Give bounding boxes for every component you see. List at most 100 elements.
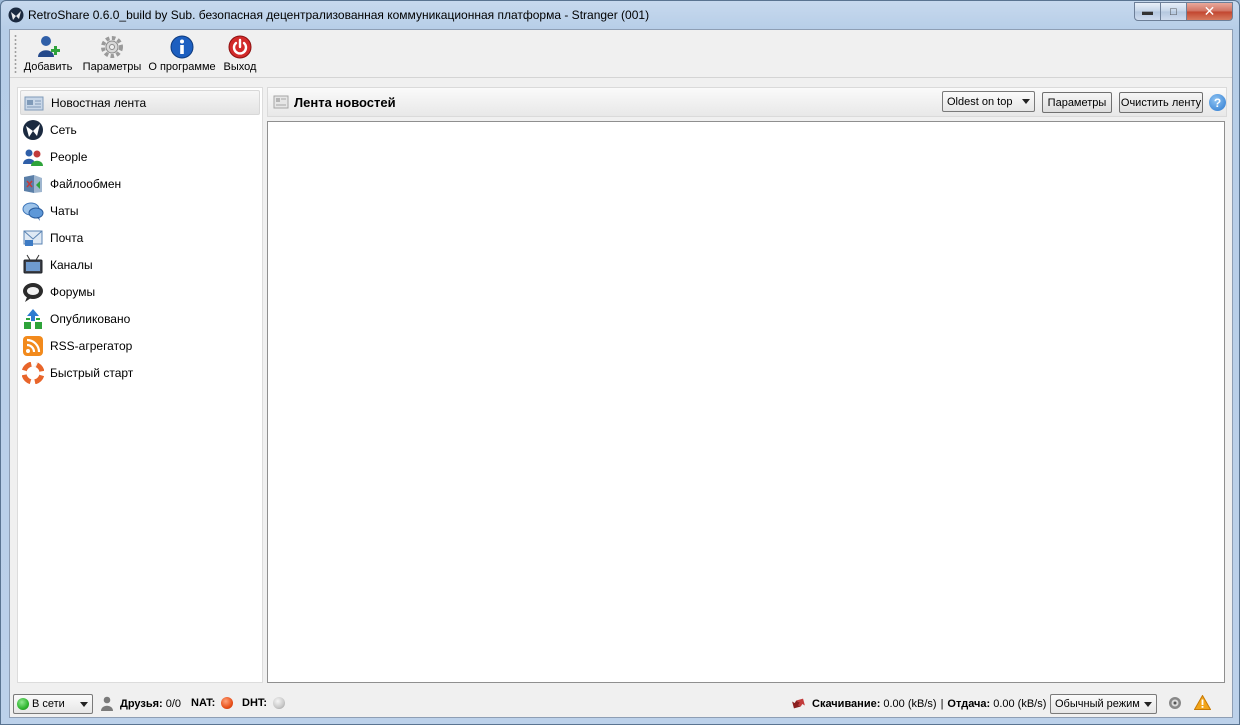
feed-settings-label: Параметры xyxy=(1047,96,1107,109)
help-glyph: ? xyxy=(1213,95,1222,110)
chevron-down-icon xyxy=(80,702,88,707)
window-title: RetroShare 0.6.0_build by Sub. безопасна… xyxy=(28,8,650,22)
friends-count: 0/0 xyxy=(165,697,181,710)
page-title: Лента новостей xyxy=(294,95,396,110)
app-window: RetroShare 0.6.0_build by Sub. безопасна… xyxy=(0,0,1240,725)
sidebar-item-rss[interactable]: RSS-агрегатор xyxy=(20,333,260,358)
friends-label: Друзья: xyxy=(120,697,163,710)
settings-button[interactable]: Параметры xyxy=(82,34,142,76)
news-feed-panel: Лента новостей Oldest on top Параметры О… xyxy=(267,87,1227,683)
people-icon xyxy=(23,149,43,166)
chevron-down-icon xyxy=(1144,702,1152,707)
sidebar-item-label: Файлообмен xyxy=(50,176,122,191)
power-icon xyxy=(228,35,252,59)
sidebar-item-label: Форумы xyxy=(50,284,96,299)
add-user-icon xyxy=(38,36,60,57)
sidebar-item-label: Новостная лента xyxy=(51,95,147,110)
forums-icon xyxy=(23,282,43,302)
main-toolbar: Добавить Параметры О программе Выход xyxy=(10,30,1232,78)
upload-label: Отдача: xyxy=(947,697,991,710)
exit-button[interactable]: Выход xyxy=(222,34,258,76)
maximize-icon: □ xyxy=(1170,5,1177,18)
download-label: Скачивание: xyxy=(812,697,881,710)
nat-status-icon xyxy=(221,697,234,709)
online-status-value: В сети xyxy=(32,698,65,710)
sidebar-item-forums[interactable]: Форумы xyxy=(20,279,260,304)
sidebar-item-chats[interactable]: Чаты xyxy=(20,198,260,223)
close-icon: ✕ xyxy=(1203,3,1216,19)
sidebar-item-label: Чаты xyxy=(50,203,79,218)
about-button-label: О программе xyxy=(148,61,216,73)
mail-icon xyxy=(23,230,43,246)
download-rate: 0.00 (kB/s) xyxy=(883,697,937,710)
dht-status-icon xyxy=(273,697,286,709)
file-sharing-icon xyxy=(24,174,42,193)
status-bar: В сети Друзья: 0/0 NAT: DHT: Скачивание:… xyxy=(10,689,1232,717)
friends-status: Друзья: 0/0 xyxy=(100,696,181,711)
settings-button-label: Параметры xyxy=(82,61,142,73)
maximize-button[interactable]: □ xyxy=(1161,2,1187,21)
warning-icon[interactable] xyxy=(1194,695,1211,710)
client-area: Добавить Параметры О программе Выход Нов… xyxy=(9,29,1233,718)
sidebar-item-people[interactable]: People xyxy=(20,144,260,169)
feed-settings-button[interactable]: Параметры xyxy=(1042,92,1112,113)
online-status-select[interactable]: В сети xyxy=(13,694,93,714)
sort-order-value: Oldest on top xyxy=(947,95,1013,108)
published-icon xyxy=(24,308,42,329)
transfer-arrows-icon xyxy=(792,698,805,709)
sidebar-item-label: Почта xyxy=(50,230,84,245)
sidebar-item-channels[interactable]: Каналы xyxy=(20,252,260,277)
exit-button-label: Выход xyxy=(223,61,257,73)
lifebuoy-icon xyxy=(22,361,44,384)
chevron-down-icon xyxy=(1022,99,1030,104)
sidebar-item-label: People xyxy=(50,149,88,164)
sidebar-item-network[interactable]: Сеть xyxy=(20,117,260,142)
help-icon[interactable]: ? xyxy=(1209,94,1226,111)
about-button[interactable]: О программе xyxy=(148,34,216,76)
sidebar-item-label: Опубликовано xyxy=(50,311,131,326)
clear-feed-label: Очистить ленту xyxy=(1120,96,1202,109)
operating-mode-value: Обычный режим xyxy=(1055,698,1140,710)
chat-icon xyxy=(22,202,44,221)
peer-connection-icon[interactable] xyxy=(1168,696,1182,710)
rate-separator: | xyxy=(940,697,944,710)
rss-icon xyxy=(23,335,43,356)
sidebar-item-file-sharing[interactable]: Файлообмен xyxy=(20,171,260,196)
channels-icon xyxy=(23,254,43,273)
bandwidth-status: Скачивание: 0.00 (kB/s) | Отдача: 0.00 (… xyxy=(791,696,1046,711)
network-icon xyxy=(23,119,43,140)
nat-label: NAT: xyxy=(191,697,216,709)
nat-status: NAT: xyxy=(191,697,234,709)
minimize-button[interactable]: ▬ xyxy=(1134,2,1161,21)
title-bar[interactable]: RetroShare 0.6.0_build by Sub. безопасна… xyxy=(1,1,1239,29)
sidebar-item-published[interactable]: Опубликовано xyxy=(20,306,260,331)
toolbar-grip[interactable] xyxy=(14,34,17,74)
close-button[interactable]: ✕ xyxy=(1187,2,1233,21)
newsfeed-icon xyxy=(24,96,44,110)
sidebar-item-quick-start[interactable]: Быстрый старт xyxy=(20,360,260,385)
sort-order-select[interactable]: Oldest on top xyxy=(942,91,1035,112)
add-button-label: Добавить xyxy=(23,61,73,73)
news-feed-list[interactable] xyxy=(267,121,1225,683)
dht-label: DHT: xyxy=(242,697,268,709)
sidebar-item-label: Быстрый старт xyxy=(50,365,134,380)
sidebar-item-label: Каналы xyxy=(50,257,93,272)
sidebar-nav: Новостная лента Сеть People Файлообмен Ч… xyxy=(17,87,263,683)
operating-mode-select[interactable]: Обычный режим xyxy=(1050,694,1157,714)
clear-feed-button[interactable]: Очистить ленту xyxy=(1119,92,1203,113)
panel-header: Лента новостей Oldest on top Параметры О… xyxy=(267,87,1227,117)
minimize-icon: ▬ xyxy=(1142,5,1153,18)
upload-rate: 0.00 (kB/s) xyxy=(993,697,1047,710)
sidebar-item-label: RSS-агрегатор xyxy=(50,338,133,353)
sidebar-item-label: Сеть xyxy=(50,122,77,137)
online-status-icon xyxy=(17,698,29,710)
sidebar-item-newsfeed[interactable]: Новостная лента xyxy=(20,90,260,115)
newsfeed-icon xyxy=(273,95,289,109)
add-button[interactable]: Добавить xyxy=(22,34,74,76)
user-icon xyxy=(101,696,113,711)
dht-status: DHT: xyxy=(242,697,286,709)
info-icon xyxy=(170,35,194,59)
retroshare-logo-icon xyxy=(8,7,24,23)
sidebar-item-mail[interactable]: Почта xyxy=(20,225,260,250)
gear-icon xyxy=(101,36,123,58)
